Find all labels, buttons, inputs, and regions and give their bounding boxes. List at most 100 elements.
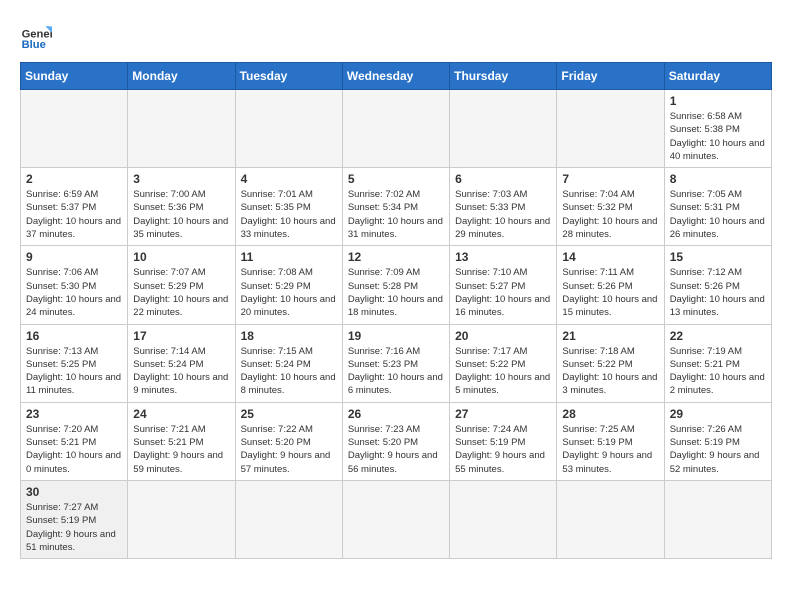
day-header-thursday: Thursday — [450, 63, 557, 90]
calendar-cell: 24Sunrise: 7:21 AMSunset: 5:21 PMDayligh… — [128, 402, 235, 480]
day-info: Sunrise: 7:23 AMSunset: 5:20 PMDaylight:… — [348, 423, 444, 476]
calendar-cell: 3Sunrise: 7:00 AMSunset: 5:36 PMDaylight… — [128, 168, 235, 246]
day-number: 10 — [133, 250, 229, 264]
day-info: Sunrise: 7:18 AMSunset: 5:22 PMDaylight:… — [562, 345, 658, 398]
calendar-cell: 1Sunrise: 6:58 AMSunset: 5:38 PMDaylight… — [664, 90, 771, 168]
calendar-cell: 14Sunrise: 7:11 AMSunset: 5:26 PMDayligh… — [557, 246, 664, 324]
day-header-tuesday: Tuesday — [235, 63, 342, 90]
day-header-sunday: Sunday — [21, 63, 128, 90]
calendar-week-row: 23Sunrise: 7:20 AMSunset: 5:21 PMDayligh… — [21, 402, 772, 480]
day-info: Sunrise: 7:19 AMSunset: 5:21 PMDaylight:… — [670, 345, 766, 398]
day-number: 26 — [348, 407, 444, 421]
calendar-cell: 9Sunrise: 7:06 AMSunset: 5:30 PMDaylight… — [21, 246, 128, 324]
day-number: 27 — [455, 407, 551, 421]
calendar-cell — [664, 480, 771, 558]
day-info: Sunrise: 7:10 AMSunset: 5:27 PMDaylight:… — [455, 266, 551, 319]
day-info: Sunrise: 7:17 AMSunset: 5:22 PMDaylight:… — [455, 345, 551, 398]
day-header-friday: Friday — [557, 63, 664, 90]
calendar-cell: 4 Sunrise: 7:01 AMSunset: 5:35 PMDaylight… — [235, 168, 342, 246]
calendar-week-row: 1Sunrise: 6:58 AMSunset: 5:38 PMDaylight… — [21, 90, 772, 168]
day-info: Sunrise: 7:11 AMSunset: 5:26 PMDaylight:… — [562, 266, 658, 319]
calendar-cell: 20 Sunrise: 7:17 AMSunset: 5:22 PMDayligh… — [450, 324, 557, 402]
day-number: 17 — [133, 329, 229, 343]
calendar-header-row: SundayMondayTuesdayWednesdayThursdayFrid… — [21, 63, 772, 90]
day-number: 25 — [241, 407, 337, 421]
calendar-cell: 11 Sunrise: 7:08 AMSunset: 5:29 PMDayligh… — [235, 246, 342, 324]
calendar-cell: 19 Sunrise: 7:16 AMSunset: 5:23 PMDayligh… — [342, 324, 449, 402]
day-info: Sunrise: 7:01 AMSunset: 5:35 PMDaylight:… — [241, 188, 337, 241]
calendar-cell — [235, 480, 342, 558]
day-info: Sunrise: 7:24 AMSunset: 5:19 PMDaylight:… — [455, 423, 551, 476]
day-number: 29 — [670, 407, 766, 421]
calendar-cell: 7Sunrise: 7:04 AMSunset: 5:32 PMDaylight… — [557, 168, 664, 246]
calendar-week-row: 16Sunrise: 7:13 AMSunset: 5:25 PMDayligh… — [21, 324, 772, 402]
day-info: Sunrise: 7:20 AMSunset: 5:21 PMDaylight:… — [26, 423, 122, 476]
day-number: 2 — [26, 172, 122, 186]
calendar-cell: 13 Sunrise: 7:10 AMSunset: 5:27 PMDayligh… — [450, 246, 557, 324]
calendar-cell: 30 Sunrise: 7:27 AMSunset: 5:19 PMDayligh… — [21, 480, 128, 558]
day-info: Sunrise: 7:26 AMSunset: 5:19 PMDaylight:… — [670, 423, 766, 476]
calendar-cell: 5 Sunrise: 7:02 AMSunset: 5:34 PMDaylight… — [342, 168, 449, 246]
calendar-cell — [342, 90, 449, 168]
day-info: Sunrise: 7:06 AMSunset: 5:30 PMDaylight:… — [26, 266, 122, 319]
calendar-cell — [21, 90, 128, 168]
calendar-cell — [557, 90, 664, 168]
day-header-monday: Monday — [128, 63, 235, 90]
day-info: Sunrise: 7:08 AMSunset: 5:29 PMDaylight:… — [241, 266, 337, 319]
day-number: 21 — [562, 329, 658, 343]
day-info: Sunrise: 7:25 AMSunset: 5:19 PMDaylight:… — [562, 423, 658, 476]
calendar-week-row: 2Sunrise: 6:59 AMSunset: 5:37 PMDaylight… — [21, 168, 772, 246]
day-number: 5 — [348, 172, 444, 186]
calendar-cell: 18Sunrise: 7:15 AMSunset: 5:24 PMDayligh… — [235, 324, 342, 402]
day-number: 4 — [241, 172, 337, 186]
day-number: 20 — [455, 329, 551, 343]
calendar-cell: 21 Sunrise: 7:18 AMSunset: 5:22 PMDayligh… — [557, 324, 664, 402]
calendar-cell: 16Sunrise: 7:13 AMSunset: 5:25 PMDayligh… — [21, 324, 128, 402]
day-info: Sunrise: 7:13 AMSunset: 5:25 PMDaylight:… — [26, 345, 122, 398]
day-info: Sunrise: 7:05 AMSunset: 5:31 PMDaylight:… — [670, 188, 766, 241]
day-info: Sunrise: 7:15 AMSunset: 5:24 PMDaylight:… — [241, 345, 337, 398]
day-number: 13 — [455, 250, 551, 264]
day-number: 19 — [348, 329, 444, 343]
day-info: Sunrise: 7:03 AMSunset: 5:33 PMDaylight:… — [455, 188, 551, 241]
calendar-cell — [557, 480, 664, 558]
day-info: Sunrise: 7:14 AMSunset: 5:24 PMDaylight:… — [133, 345, 229, 398]
calendar-cell: 26 Sunrise: 7:23 AMSunset: 5:20 PMDayligh… — [342, 402, 449, 480]
calendar-cell — [128, 480, 235, 558]
calendar-cell: 15Sunrise: 7:12 AMSunset: 5:26 PMDayligh… — [664, 246, 771, 324]
day-info: Sunrise: 7:02 AMSunset: 5:34 PMDaylight:… — [348, 188, 444, 241]
calendar-cell: 12 Sunrise: 7:09 AMSunset: 5:28 PMDayligh… — [342, 246, 449, 324]
calendar-cell: 2Sunrise: 6:59 AMSunset: 5:37 PMDaylight… — [21, 168, 128, 246]
day-info: Sunrise: 7:27 AMSunset: 5:19 PMDaylight:… — [26, 501, 122, 554]
calendar-cell: 22 Sunrise: 7:19 AMSunset: 5:21 PMDayligh… — [664, 324, 771, 402]
calendar-cell: 6Sunrise: 7:03 AMSunset: 5:33 PMDaylight… — [450, 168, 557, 246]
day-number: 11 — [241, 250, 337, 264]
calendar-cell — [235, 90, 342, 168]
day-number: 22 — [670, 329, 766, 343]
day-number: 28 — [562, 407, 658, 421]
day-number: 7 — [562, 172, 658, 186]
day-info: Sunrise: 7:21 AMSunset: 5:21 PMDaylight:… — [133, 423, 229, 476]
day-number: 8 — [670, 172, 766, 186]
day-header-saturday: Saturday — [664, 63, 771, 90]
page-header: General Blue — [20, 20, 772, 52]
day-info: Sunrise: 7:16 AMSunset: 5:23 PMDaylight:… — [348, 345, 444, 398]
logo-icon: General Blue — [20, 20, 52, 52]
day-number: 12 — [348, 250, 444, 264]
calendar-cell — [342, 480, 449, 558]
calendar-week-row: 30 Sunrise: 7:27 AMSunset: 5:19 PMDayligh… — [21, 480, 772, 558]
day-info: Sunrise: 7:00 AMSunset: 5:36 PMDaylight:… — [133, 188, 229, 241]
day-info: Sunrise: 7:07 AMSunset: 5:29 PMDaylight:… — [133, 266, 229, 319]
day-number: 30 — [26, 485, 122, 499]
calendar-cell — [450, 90, 557, 168]
calendar-cell: 17 Sunrise: 7:14 AMSunset: 5:24 PMDayligh… — [128, 324, 235, 402]
calendar-cell: 28 Sunrise: 7:25 AMSunset: 5:19 PMDayligh… — [557, 402, 664, 480]
svg-text:Blue: Blue — [22, 39, 46, 51]
day-info: Sunrise: 7:09 AMSunset: 5:28 PMDaylight:… — [348, 266, 444, 319]
calendar-cell: 29 Sunrise: 7:26 AMSunset: 5:19 PMDayligh… — [664, 402, 771, 480]
calendar-cell — [128, 90, 235, 168]
calendar-cell — [450, 480, 557, 558]
day-info: Sunrise: 7:22 AMSunset: 5:20 PMDaylight:… — [241, 423, 337, 476]
calendar-cell: 25 Sunrise: 7:22 AMSunset: 5:20 PMDayligh… — [235, 402, 342, 480]
day-info: Sunrise: 7:12 AMSunset: 5:26 PMDaylight:… — [670, 266, 766, 319]
